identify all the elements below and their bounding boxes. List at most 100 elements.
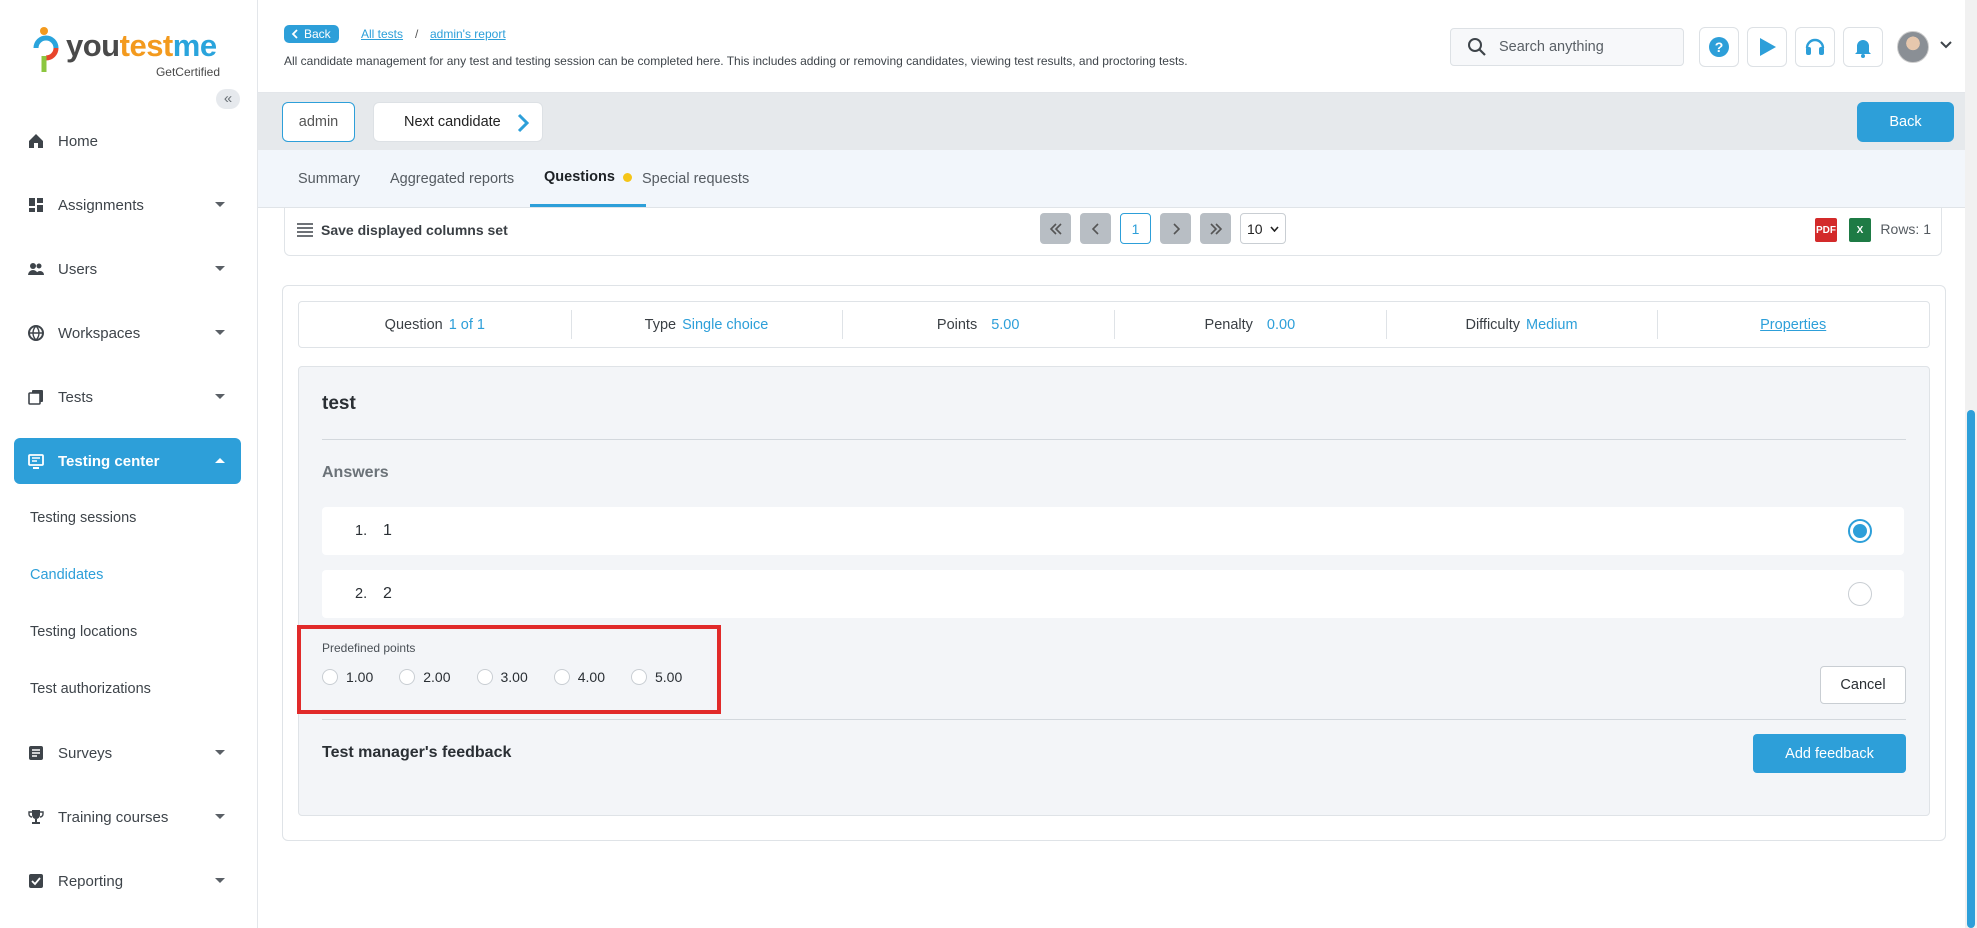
back-button[interactable]: Back bbox=[1857, 102, 1954, 142]
sidebar-item-testing-center[interactable]: Testing center bbox=[14, 438, 241, 484]
dashboard-icon bbox=[28, 197, 44, 213]
play-icon bbox=[1760, 38, 1776, 56]
sidebar-item-label: Surveys bbox=[58, 744, 113, 762]
meta-difficulty: Difficulty Medium bbox=[1385, 302, 1658, 347]
search-input[interactable]: Search anything bbox=[1450, 28, 1684, 66]
sidebar-item-label: Training courses bbox=[58, 808, 169, 826]
add-feedback-button[interactable]: Add feedback bbox=[1753, 734, 1906, 773]
sidebar-item-label: Workspaces bbox=[58, 324, 141, 342]
breadcrumb-separator: / bbox=[415, 27, 419, 41]
next-candidate-label: Next candidate bbox=[404, 114, 501, 130]
chevron-down-icon[interactable] bbox=[1940, 41, 1952, 49]
meta-label: Question bbox=[384, 316, 443, 333]
sidebar-item-label: Reporting bbox=[58, 872, 124, 890]
help-button[interactable]: ? bbox=[1699, 27, 1739, 67]
notifications-button[interactable] bbox=[1843, 27, 1883, 67]
answer-row: 1. 1 bbox=[322, 507, 1904, 555]
tab-aggregated-reports[interactable]: Aggregated reports bbox=[390, 150, 514, 207]
help-icon: ? bbox=[1709, 37, 1729, 57]
question-title: test bbox=[322, 393, 356, 414]
next-candidate-button[interactable]: Next candidate bbox=[373, 102, 543, 142]
menu-icon[interactable] bbox=[297, 223, 313, 237]
sidebar-item-surveys[interactable]: Surveys bbox=[14, 730, 241, 776]
sidebar-item-assignments[interactable]: Assignments bbox=[14, 182, 241, 228]
candidate-toolbar: admin Next candidate Back bbox=[258, 93, 1977, 150]
chevron-up-icon bbox=[215, 458, 225, 463]
answers-heading: Answers bbox=[322, 464, 389, 481]
meta-penalty: Penalty 0.00 bbox=[1114, 302, 1386, 347]
sidebar-item-label: Tests bbox=[58, 388, 94, 406]
avatar[interactable] bbox=[1897, 31, 1929, 63]
meta-value: Medium bbox=[1526, 316, 1578, 333]
logo[interactable]: youtestme GetCertified bbox=[30, 24, 230, 80]
chevrons-left-icon bbox=[1049, 222, 1062, 235]
breadcrumb-all-tests[interactable]: All tests bbox=[361, 27, 403, 41]
chevron-down-icon bbox=[215, 878, 225, 883]
trophy-icon bbox=[28, 809, 44, 825]
sidebar: youtestme GetCertified « Home Assignment… bbox=[0, 0, 258, 928]
question-body: test Answers 1. 1 2. 2 Predefined points… bbox=[298, 366, 1930, 816]
sidebar-item-tests[interactable]: Tests bbox=[14, 374, 241, 420]
properties-link[interactable]: Properties bbox=[1760, 317, 1826, 333]
collapse-sidebar-button[interactable]: « bbox=[216, 89, 240, 109]
chevrons-right-icon bbox=[1209, 222, 1222, 235]
sidebar-item-label: Home bbox=[58, 132, 99, 150]
home-icon bbox=[28, 133, 44, 149]
chevron-down-icon bbox=[215, 202, 225, 207]
feedback-heading: Test manager's feedback bbox=[322, 744, 512, 761]
sidebar-item-reporting[interactable]: Reporting bbox=[14, 858, 241, 904]
meta-type: Type Single choice bbox=[570, 302, 843, 347]
tab-summary[interactable]: Summary bbox=[298, 150, 360, 207]
sidebar-item-training-courses[interactable]: Training courses bbox=[14, 794, 241, 840]
chevron-down-icon bbox=[215, 394, 225, 399]
sidebar-item-label: Users bbox=[58, 260, 98, 278]
highlight-box bbox=[297, 625, 721, 714]
breadcrumb-back-button[interactable]: Back bbox=[284, 25, 339, 43]
breadcrumb-admins-report[interactable]: admin's report bbox=[430, 27, 506, 41]
candidate-chip[interactable]: admin bbox=[282, 102, 355, 142]
prev-page-button[interactable] bbox=[1080, 213, 1111, 244]
search-placeholder: Search anything bbox=[1499, 39, 1604, 55]
answer-text: 1 bbox=[383, 522, 392, 539]
answer-radio[interactable] bbox=[1848, 582, 1872, 606]
first-page-button[interactable] bbox=[1040, 213, 1071, 244]
page-description: All candidate management for any test an… bbox=[284, 54, 1188, 68]
cancel-button[interactable]: Cancel bbox=[1820, 666, 1906, 704]
sidebar-subitem-test-authorizations[interactable]: Test authorizations bbox=[30, 681, 151, 697]
sidebar-item-users[interactable]: Users bbox=[14, 246, 241, 292]
play-button[interactable] bbox=[1747, 27, 1787, 67]
export-excel-icon[interactable]: X bbox=[1849, 218, 1871, 242]
sidebar-item-home[interactable]: Home bbox=[14, 118, 241, 164]
sidebar-item-label: Testing center bbox=[58, 452, 160, 470]
sidebar-subitem-candidates[interactable]: Candidates bbox=[30, 567, 103, 583]
rows-per-page-value: 10 bbox=[1247, 220, 1263, 237]
answer-row: 2. 2 bbox=[322, 570, 1904, 618]
monitor-icon bbox=[28, 453, 44, 469]
tab-special-requests[interactable]: Special requests bbox=[642, 150, 749, 207]
save-columns-button[interactable]: Save displayed columns set bbox=[321, 222, 508, 238]
chevron-down-icon bbox=[215, 266, 225, 271]
support-button[interactable] bbox=[1795, 27, 1835, 67]
tab-label: Special requests bbox=[642, 170, 750, 187]
chevron-right-icon bbox=[517, 113, 530, 133]
question-card: Question 1 of 1 Type Single choice Points 5… bbox=[282, 285, 1946, 841]
sidebar-subitem-testing-locations[interactable]: Testing locations bbox=[30, 624, 137, 640]
page-number-button[interactable]: 1 bbox=[1120, 213, 1151, 244]
answer-radio[interactable] bbox=[1848, 519, 1872, 543]
answer-text: 2 bbox=[383, 585, 392, 602]
export-pdf-icon[interactable]: PDF bbox=[1815, 218, 1837, 242]
next-page-button[interactable] bbox=[1160, 213, 1191, 244]
survey-icon bbox=[28, 745, 44, 761]
answer-number: 2. bbox=[355, 586, 368, 602]
scrollbar[interactable] bbox=[1965, 0, 1977, 928]
sidebar-subitem-testing-sessions[interactable]: Testing sessions bbox=[30, 510, 136, 526]
table-toolbar: Save displayed columns set 1 10 PDF X Ro… bbox=[284, 208, 1942, 256]
rows-per-page-select[interactable]: 10 bbox=[1240, 213, 1286, 244]
tab-questions[interactable]: Questions bbox=[530, 150, 646, 207]
sidebar-item-workspaces[interactable]: Workspaces bbox=[14, 310, 241, 356]
logo-text: youtestme bbox=[66, 28, 217, 63]
scrollbar-thumb[interactable] bbox=[1967, 410, 1975, 928]
chevron-down-icon bbox=[215, 750, 225, 755]
last-page-button[interactable] bbox=[1200, 213, 1231, 244]
meta-value: Single choice bbox=[682, 316, 769, 333]
